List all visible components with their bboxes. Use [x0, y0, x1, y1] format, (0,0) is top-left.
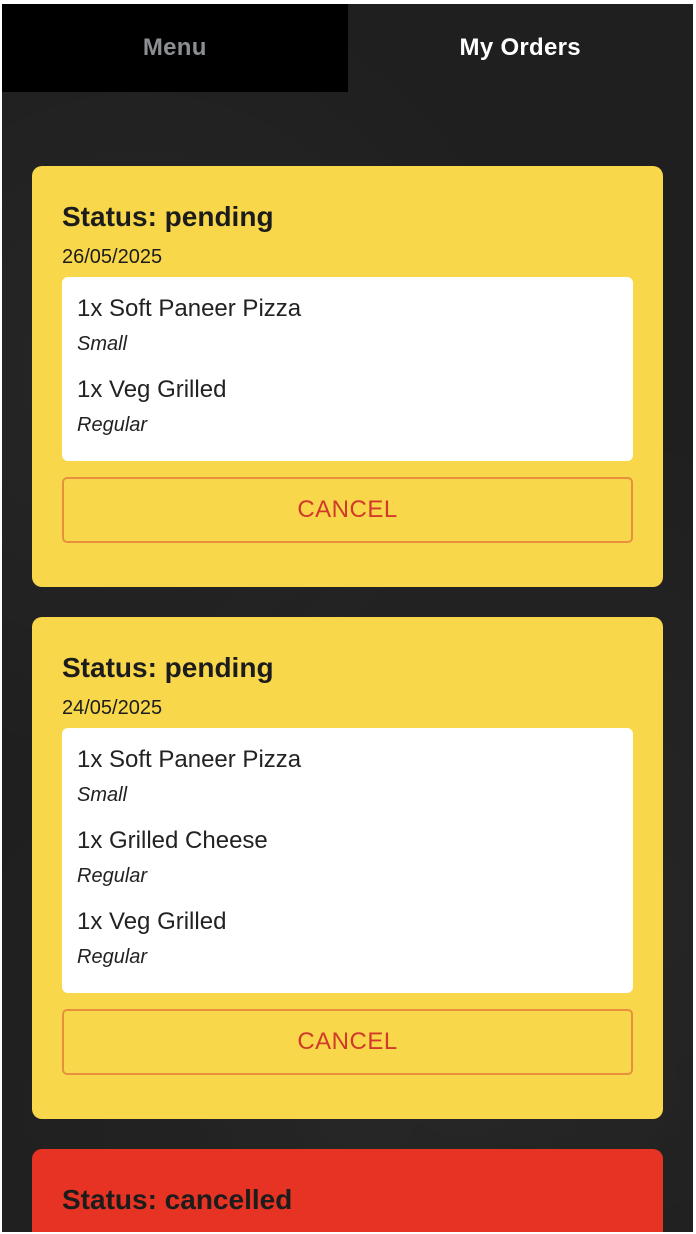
item-size: Small	[77, 333, 128, 355]
list-item: 1x Soft Paneer Pizza Small	[77, 746, 618, 807]
tab-my-orders[interactable]: My Orders	[348, 4, 694, 92]
order-card: Status: pending 24/05/2025 1x Soft Panee…	[32, 617, 663, 1119]
item-name: 1x Grilled Cheese	[77, 827, 268, 854]
item-size: Regular	[77, 414, 148, 436]
order-items: 1x Soft Paneer Pizza Small 1x Grilled Ch…	[62, 728, 633, 993]
order-items: 1x Soft Paneer Pizza Small 1x Veg Grille…	[62, 277, 633, 461]
order-status: Status: pending	[62, 652, 274, 683]
list-item: 1x Veg Grilled Regular	[77, 908, 618, 969]
order-status: Status: cancelled	[62, 1184, 293, 1215]
item-size: Regular	[77, 865, 148, 887]
order-card: Status: pending 26/05/2025 1x Soft Panee…	[32, 166, 663, 587]
item-size: Regular	[77, 946, 148, 968]
item-name: 1x Veg Grilled	[77, 376, 227, 403]
list-item: 1x Grilled Cheese Regular	[77, 827, 618, 888]
app-frame: Menu My Orders Status: pending 26/05/202…	[2, 4, 693, 1232]
order-card: Status: cancelled	[32, 1149, 663, 1232]
item-name: 1x Veg Grilled	[77, 908, 227, 935]
order-date: 26/05/2025	[62, 246, 163, 268]
item-name: 1x Soft Paneer Pizza	[77, 746, 302, 773]
list-item: 1x Soft Paneer Pizza Small	[77, 295, 618, 356]
tab-menu[interactable]: Menu	[2, 4, 348, 92]
orders-list: Status: pending 26/05/2025 1x Soft Panee…	[32, 166, 663, 1232]
cancel-order-button[interactable]: CANCEL	[62, 477, 633, 543]
item-name: 1x Soft Paneer Pizza	[77, 295, 302, 322]
cancel-order-button[interactable]: CANCEL	[62, 1009, 633, 1075]
order-date: 24/05/2025	[62, 697, 163, 719]
item-size: Small	[77, 784, 128, 806]
list-item: 1x Veg Grilled Regular	[77, 376, 618, 437]
tab-bar: Menu My Orders	[2, 4, 693, 92]
order-status: Status: pending	[62, 201, 274, 232]
